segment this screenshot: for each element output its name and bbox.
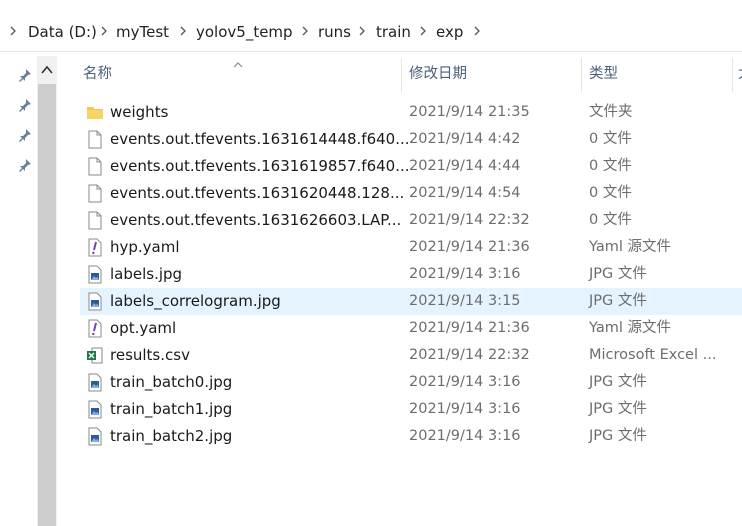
- file-icon: [86, 157, 104, 176]
- file-date: 2021/9/14 4:44: [409, 158, 521, 174]
- file-name: labels.jpg: [110, 265, 183, 283]
- file-row[interactable]: train_batch0.jpg 2021/9/14 3:16 JPG 文件: [80, 369, 742, 396]
- file-type: JPG 文件: [589, 293, 647, 309]
- file-row[interactable]: weights 2021/9/14 21:35 文件夹: [80, 99, 742, 126]
- address-bar[interactable]: Data (D:) myTest yolov5_temp runs train …: [0, 0, 742, 52]
- image-icon: [86, 400, 104, 419]
- file-date: 2021/9/14 3:16: [409, 401, 521, 417]
- file-icon: [86, 184, 104, 203]
- file-date: 2021/9/14 3:16: [409, 374, 521, 390]
- file-date: 2021/9/14 3:16: [409, 428, 521, 444]
- file-name: train_batch1.jpg: [110, 400, 233, 418]
- yaml-icon: [86, 238, 104, 257]
- nav-scrollbar-thumb[interactable]: [38, 84, 56, 526]
- yaml-icon: [86, 319, 104, 338]
- file-name: hyp.yaml: [110, 238, 180, 256]
- image-icon: [86, 265, 104, 284]
- file-type: JPG 文件: [589, 266, 647, 282]
- file-name: events.out.tfevents.1631614448.f640...: [110, 130, 410, 148]
- file-name: results.csv: [110, 346, 190, 364]
- scroll-up-arrow-icon[interactable]: [41, 63, 53, 74]
- file-date: 2021/9/14 3:15: [409, 293, 521, 309]
- pin-icon[interactable]: [18, 68, 32, 82]
- file-icon: [86, 211, 104, 230]
- breadcrumb-chevron-icon[interactable]: [357, 22, 367, 40]
- file-date: 2021/9/14 3:16: [409, 266, 521, 282]
- column-divider[interactable]: [401, 58, 402, 92]
- file-type: JPG 文件: [589, 401, 647, 417]
- file-date: 2021/9/14 22:32: [409, 212, 530, 228]
- file-type: Yaml 源文件: [589, 320, 672, 336]
- file-row[interactable]: results.csv 2021/9/14 22:32 Microsoft Exce…: [80, 342, 742, 369]
- file-name: events.out.tfevents.1631626603.LAP...: [110, 211, 402, 229]
- file-type: 0 文件: [589, 131, 632, 147]
- file-name: events.out.tfevents.1631619857.f640...: [110, 157, 410, 175]
- file-date: 2021/9/14 21:36: [409, 320, 530, 336]
- file-row[interactable]: labels_correlogram.jpg 2021/9/14 3:15 JPG …: [80, 288, 742, 315]
- file-type: 0 文件: [589, 212, 632, 228]
- folder-icon: [86, 103, 104, 122]
- file-row[interactable]: events.out.tfevents.1631614448.f640... 20…: [80, 126, 742, 153]
- file-row[interactable]: hyp.yaml 2021/9/14 21:36 Yaml 源文件: [80, 234, 742, 261]
- image-icon: [86, 427, 104, 446]
- file-date: 2021/9/14 4:54: [409, 185, 521, 201]
- file-date: 2021/9/14 21:35: [409, 104, 530, 120]
- column-divider[interactable]: [732, 58, 733, 92]
- file-row[interactable]: labels.jpg 2021/9/14 3:16 JPG 文件: [80, 261, 742, 288]
- breadcrumb-exp[interactable]: exp: [436, 20, 463, 44]
- breadcrumb-chevron-icon[interactable]: [472, 22, 482, 40]
- column-header-type[interactable]: 类型: [589, 52, 618, 92]
- breadcrumb-yolov5-temp[interactable]: yolov5_temp: [196, 20, 293, 44]
- column-header-date[interactable]: 修改日期: [409, 52, 467, 92]
- pin-icon[interactable]: [18, 98, 32, 112]
- column-header-name[interactable]: 名称: [83, 52, 112, 92]
- breadcrumb-runs[interactable]: runs: [318, 20, 351, 44]
- file-date: 2021/9/14 21:36: [409, 239, 530, 255]
- file-name: weights: [110, 103, 169, 121]
- nav-scrollbar[interactable]: [37, 56, 57, 526]
- file-type: JPG 文件: [589, 374, 647, 390]
- image-icon: [86, 292, 104, 311]
- breadcrumb-train[interactable]: train: [376, 20, 411, 44]
- file-type: 0 文件: [589, 185, 632, 201]
- file-row[interactable]: events.out.tfevents.1631619857.f640... 20…: [80, 153, 742, 180]
- file-name: opt.yaml: [110, 319, 177, 337]
- file-name: train_batch0.jpg: [110, 373, 233, 391]
- file-name: train_batch2.jpg: [110, 427, 233, 445]
- file-icon: [86, 130, 104, 149]
- file-type: JPG 文件: [589, 428, 647, 444]
- file-type: Yaml 源文件: [589, 239, 672, 255]
- image-icon: [86, 373, 104, 392]
- column-divider[interactable]: [581, 58, 582, 92]
- file-row[interactable]: train_batch1.jpg 2021/9/14 3:16 JPG 文件: [80, 396, 742, 423]
- breadcrumb-chevron-icon[interactable]: [99, 22, 109, 40]
- breadcrumb-chevron-icon[interactable]: [178, 22, 188, 40]
- file-type: Microsoft Excel ...: [589, 347, 717, 363]
- excel-icon: [86, 346, 104, 365]
- breadcrumb-chevron-icon[interactable]: [300, 22, 310, 40]
- pin-icon[interactable]: [18, 128, 32, 142]
- file-row[interactable]: events.out.tfevents.1631620448.128... 202…: [80, 180, 742, 207]
- column-header-size[interactable]: 大: [738, 52, 742, 92]
- breadcrumb-chevron-icon[interactable]: [418, 22, 428, 40]
- file-date: 2021/9/14 22:32: [409, 347, 530, 363]
- file-type: 0 文件: [589, 158, 632, 174]
- file-row[interactable]: train_batch2.jpg 2021/9/14 3:16 JPG 文件: [80, 423, 742, 450]
- file-date: 2021/9/14 4:42: [409, 131, 521, 147]
- breadcrumb-data-drive[interactable]: Data (D:): [28, 20, 97, 44]
- breadcrumb-mytest[interactable]: myTest: [116, 20, 169, 44]
- file-row[interactable]: opt.yaml 2021/9/14 21:36 Yaml 源文件: [80, 315, 742, 342]
- file-name: labels_correlogram.jpg: [110, 292, 281, 310]
- breadcrumb-chevron-icon[interactable]: [8, 22, 18, 40]
- sort-ascending-icon: [233, 56, 243, 68]
- file-name: events.out.tfevents.1631620448.128...: [110, 184, 405, 202]
- pin-icon[interactable]: [18, 158, 32, 172]
- file-type: 文件夹: [589, 104, 633, 120]
- file-row[interactable]: events.out.tfevents.1631626603.LAP... 202…: [80, 207, 742, 234]
